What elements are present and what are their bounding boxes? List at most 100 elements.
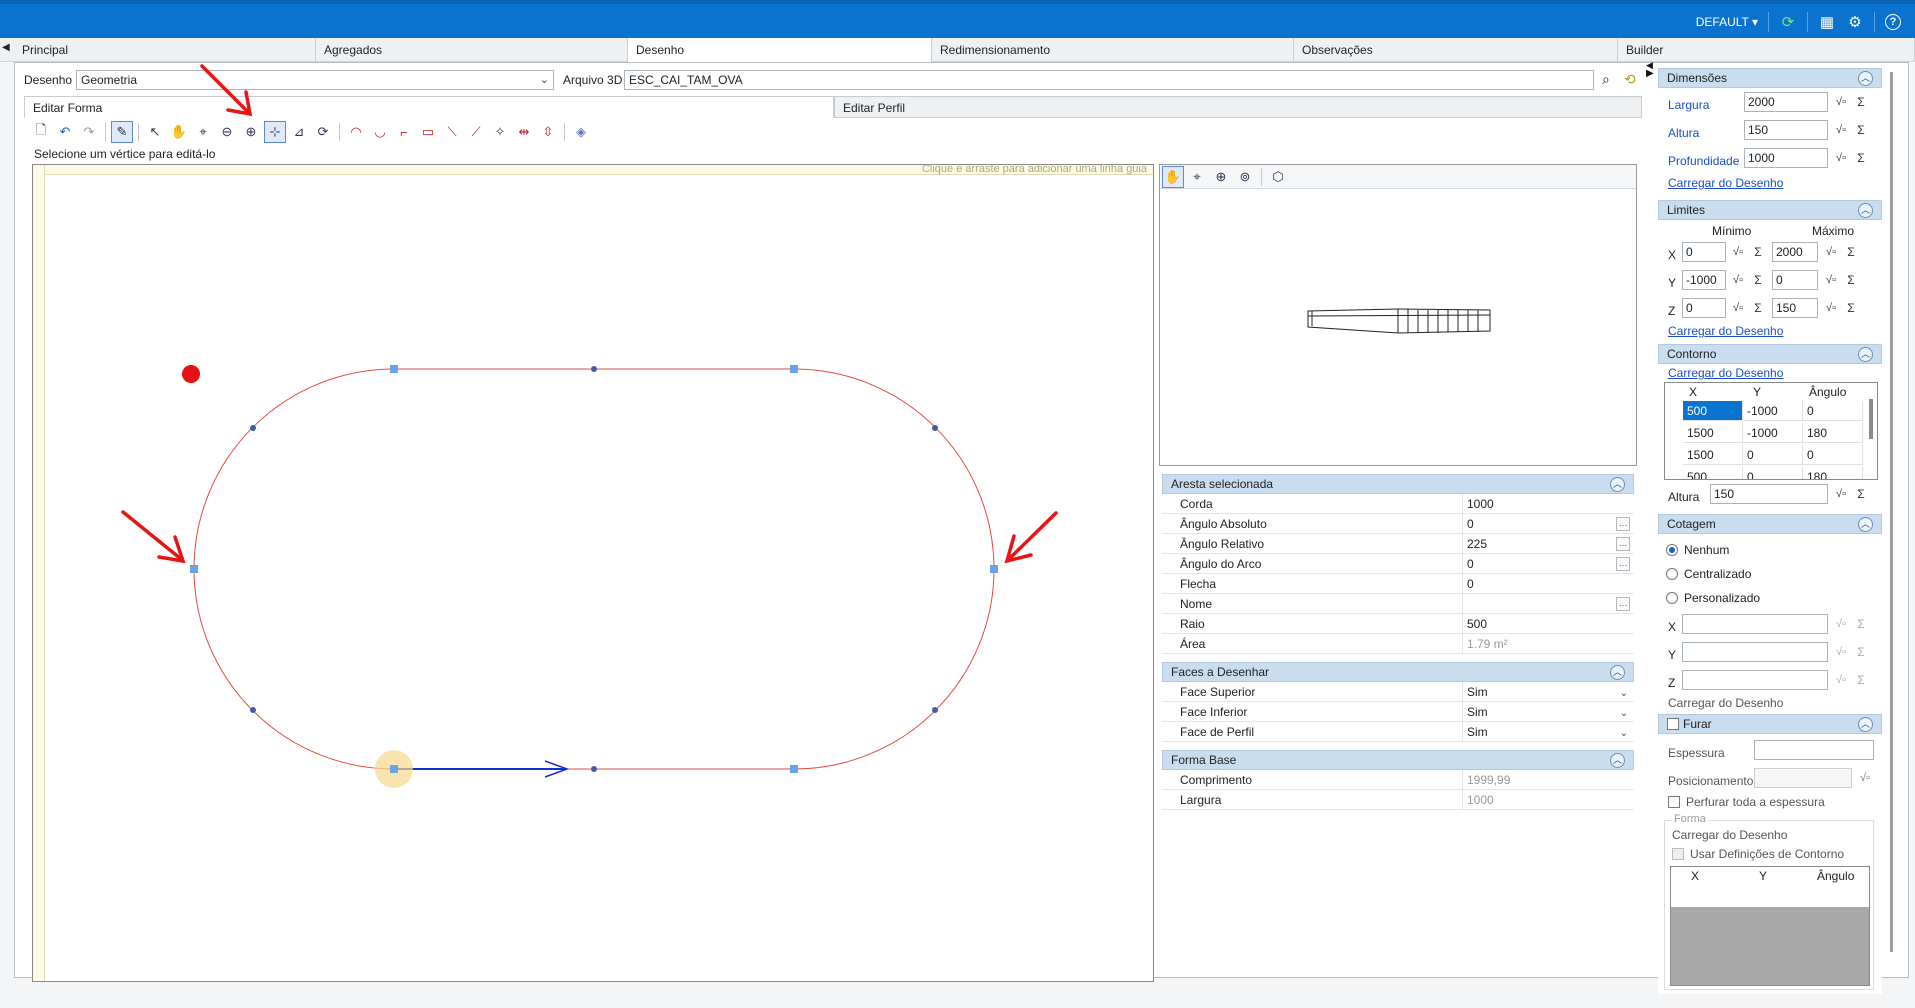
- sqrt-icon[interactable]: √▫: [1832, 121, 1850, 139]
- folder-refresh-icon[interactable]: ⟲: [1624, 71, 1636, 88]
- tab-editar-forma[interactable]: Editar Forma: [24, 96, 834, 118]
- table-cell[interactable]: 500: [1683, 401, 1743, 421]
- sqrt-icon[interactable]: √▫: [1822, 299, 1840, 317]
- shape-corner-icon[interactable]: ⌐: [393, 121, 415, 143]
- preview-3d[interactable]: ✋ ⌖ ⊕ ⊚ ⬡: [1159, 164, 1637, 466]
- dimensoes-header[interactable]: Dimensões ︿: [1658, 68, 1882, 88]
- sqrt-icon[interactable]: √▫: [1832, 93, 1850, 111]
- altura-input[interactable]: 150: [1744, 120, 1828, 140]
- contorno-carregar-link[interactable]: Carregar do Desenho: [1668, 366, 1783, 380]
- collapse-icon[interactable]: ︿: [1610, 753, 1625, 768]
- shape-drawing[interactable]: [33, 165, 1153, 981]
- shape-diagonal-icon[interactable]: ⟍: [441, 121, 463, 143]
- sqrt-icon[interactable]: √▫: [1822, 243, 1840, 261]
- sqrt-icon[interactable]: √▫: [1822, 271, 1840, 289]
- shape-arc-icon[interactable]: ◠: [345, 121, 367, 143]
- faces-header[interactable]: Faces a Desenhar ︿: [1162, 662, 1634, 682]
- table-cell[interactable]: 0: [1803, 445, 1863, 465]
- binoculars-icon[interactable]: ⌕: [1602, 71, 1610, 88]
- sigma-icon[interactable]: Σ: [1852, 93, 1870, 111]
- radio-nenhum[interactable]: [1666, 544, 1678, 556]
- face-select[interactable]: Sim ⌄: [1462, 722, 1630, 742]
- tab-principal[interactable]: Principal: [14, 38, 316, 62]
- z-max-input[interactable]: 150: [1772, 298, 1818, 318]
- collapse-icon[interactable]: ︿: [1858, 717, 1873, 732]
- y-min-input[interactable]: -1000: [1682, 270, 1726, 290]
- sqrt-icon[interactable]: √▫: [1729, 243, 1747, 261]
- sqrt-icon[interactable]: √▫: [1729, 271, 1747, 289]
- prop-value[interactable]: 0…: [1462, 514, 1630, 534]
- new-icon[interactable]: 🗋: [30, 121, 52, 143]
- prop-value[interactable]: …: [1462, 594, 1630, 614]
- face-select[interactable]: Sim ⌄: [1462, 682, 1630, 702]
- prop-value[interactable]: 500: [1462, 614, 1630, 634]
- ellipsis-button[interactable]: …: [1616, 537, 1630, 551]
- tab-editar-perfil[interactable]: Editar Perfil: [834, 96, 1642, 118]
- limites-carregar-link[interactable]: Carregar do Desenho: [1668, 324, 1783, 338]
- redo-icon[interactable]: ↷: [78, 121, 100, 143]
- collapse-left-arrow-icon[interactable]: ◀: [2, 42, 10, 53]
- sigma-icon[interactable]: Σ: [1852, 121, 1870, 139]
- cotagem-header[interactable]: Cotagem ︿: [1658, 514, 1882, 534]
- profundidade-input[interactable]: 1000: [1744, 148, 1828, 168]
- collapse-icon[interactable]: ︿: [1858, 347, 1873, 362]
- sigma-icon[interactable]: Σ: [1842, 243, 1860, 261]
- sigma-icon[interactable]: Σ: [1749, 271, 1767, 289]
- table-cell[interactable]: 180: [1803, 467, 1863, 479]
- mirror-v-icon[interactable]: ⇳: [537, 121, 559, 143]
- shape-canvas[interactable]: Clique e arraste para adicionar uma linh…: [32, 163, 1154, 982]
- espessura-input[interactable]: [1754, 740, 1874, 760]
- cot-y-input[interactable]: [1682, 642, 1828, 662]
- table-cell[interactable]: 1500: [1683, 423, 1743, 443]
- y-max-input[interactable]: 0: [1772, 270, 1818, 290]
- aresta-header[interactable]: Aresta selecionada ︿: [1162, 474, 1634, 494]
- contorno-table[interactable]: X Y Ângulo 500 -1000 0 1500 -1000 180 15…: [1664, 382, 1878, 480]
- cot-z-input[interactable]: [1682, 670, 1828, 690]
- sigma-icon[interactable]: Σ: [1749, 299, 1767, 317]
- x-max-input[interactable]: 2000: [1772, 242, 1818, 262]
- zoom-extents-icon[interactable]: ⌖: [1186, 166, 1208, 188]
- sqrt-icon[interactable]: √▫: [1729, 299, 1747, 317]
- radio-personalizado[interactable]: [1666, 592, 1678, 604]
- orbit-icon[interactable]: ⊚: [1234, 166, 1256, 188]
- sigma-icon[interactable]: Σ: [1852, 485, 1870, 503]
- forma-base-header[interactable]: Forma Base ︿: [1162, 750, 1634, 770]
- table-cell[interactable]: -1000: [1743, 401, 1803, 421]
- tab-observacoes[interactable]: Observações: [1294, 38, 1618, 62]
- pan-hand-icon[interactable]: ✋: [168, 121, 190, 143]
- largura-input[interactable]: 2000: [1744, 92, 1828, 112]
- table-cell[interactable]: 180: [1803, 423, 1863, 443]
- prop-value[interactable]: 0…: [1462, 554, 1630, 574]
- face-select[interactable]: Sim ⌄: [1462, 702, 1630, 722]
- radio-centralizado[interactable]: [1666, 568, 1678, 580]
- ellipsis-button[interactable]: …: [1616, 597, 1630, 611]
- grid-icon[interactable]: ▦: [1818, 13, 1836, 31]
- collapse-icon[interactable]: ︿: [1858, 517, 1873, 532]
- ellipsis-button[interactable]: …: [1616, 557, 1630, 571]
- sqrt-icon[interactable]: √▫: [1832, 485, 1850, 503]
- rotate-icon[interactable]: ⟳: [312, 121, 334, 143]
- tab-agregados[interactable]: Agregados: [316, 38, 628, 62]
- prop-value[interactable]: 225…: [1462, 534, 1630, 554]
- pan-hand-icon[interactable]: ✋: [1162, 165, 1184, 188]
- perfurar-checkbox[interactable]: [1668, 796, 1680, 808]
- table-cell[interactable]: 0: [1743, 445, 1803, 465]
- prop-value[interactable]: 1000: [1462, 494, 1630, 514]
- sigma-icon[interactable]: Σ: [1749, 243, 1767, 261]
- edit-mode-icon[interactable]: ✎: [111, 121, 133, 143]
- layers-icon[interactable]: ◈: [570, 121, 592, 143]
- help-icon[interactable]: ?: [1885, 14, 1901, 30]
- furar-header[interactable]: Furar ︿: [1658, 714, 1882, 734]
- ellipsis-button[interactable]: …: [1616, 517, 1630, 531]
- x-min-input[interactable]: 0: [1682, 242, 1726, 262]
- table-cell[interactable]: -1000: [1743, 423, 1803, 443]
- contorno-header[interactable]: Contorno ︿: [1658, 344, 1882, 364]
- snap-icon[interactable]: ✧: [489, 121, 511, 143]
- arquivo-3d-field[interactable]: ESC_CAI_TAM_OVA: [624, 70, 1594, 90]
- cot-x-input[interactable]: [1682, 614, 1828, 634]
- table-cell[interactable]: 0: [1743, 467, 1803, 479]
- panel-scrollbar[interactable]: [1890, 72, 1893, 952]
- sigma-icon[interactable]: Σ: [1852, 149, 1870, 167]
- desenho-select[interactable]: Geometria ⌄: [76, 70, 554, 90]
- refresh-icon[interactable]: ⟳: [1779, 13, 1797, 31]
